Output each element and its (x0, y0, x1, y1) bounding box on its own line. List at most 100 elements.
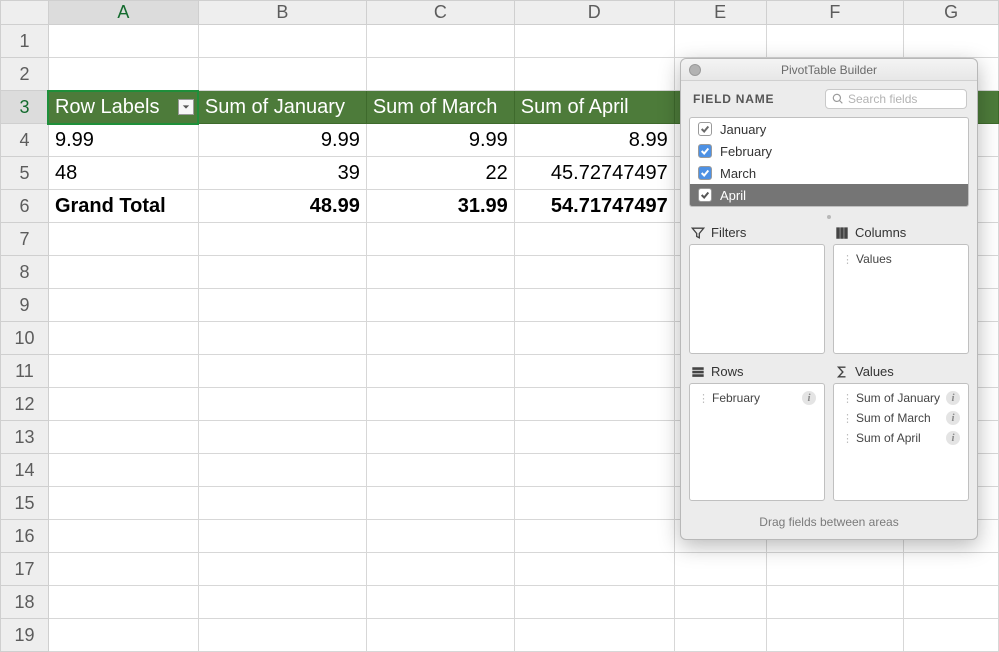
info-icon[interactable]: i (802, 391, 816, 405)
column-header[interactable]: E (674, 1, 766, 25)
cell[interactable] (514, 322, 674, 355)
cell[interactable]: 45.72747497 (514, 157, 674, 190)
select-all-cell[interactable] (1, 1, 49, 25)
cell[interactable] (366, 289, 514, 322)
cell[interactable] (198, 421, 366, 454)
column-header[interactable]: A (48, 1, 198, 25)
cell[interactable] (198, 487, 366, 520)
cell[interactable] (198, 388, 366, 421)
cell[interactable]: 48.99 (198, 190, 366, 223)
row-header[interactable]: 17 (1, 553, 49, 586)
field-list-item[interactable]: February (690, 140, 968, 162)
row-header[interactable]: 13 (1, 421, 49, 454)
cell[interactable]: 31.99 (366, 190, 514, 223)
cell[interactable] (48, 586, 198, 619)
cell[interactable] (366, 25, 514, 58)
zone-filters[interactable]: Filters (689, 223, 825, 354)
column-header[interactable]: F (766, 1, 904, 25)
drag-handle-icon[interactable]: ⋮ (698, 392, 708, 405)
cell[interactable] (766, 25, 904, 58)
cell[interactable] (514, 487, 674, 520)
cell[interactable] (198, 355, 366, 388)
zone-rows-box[interactable]: ⋮Februaryi (689, 383, 825, 501)
column-header[interactable]: D (514, 1, 674, 25)
column-header[interactable]: B (198, 1, 366, 25)
cell[interactable] (198, 586, 366, 619)
zone-columns[interactable]: Columns ⋮Values (833, 223, 969, 354)
row-header[interactable]: 15 (1, 487, 49, 520)
row-header[interactable]: 4 (1, 124, 49, 157)
cell[interactable] (366, 520, 514, 553)
cell[interactable] (198, 289, 366, 322)
cell[interactable]: 54.71747497 (514, 190, 674, 223)
cell[interactable] (366, 586, 514, 619)
row-header[interactable]: 6 (1, 190, 49, 223)
cell[interactable]: 39 (198, 157, 366, 190)
cell[interactable] (198, 454, 366, 487)
cell[interactable] (48, 58, 198, 91)
cell[interactable]: 8.99 (514, 124, 674, 157)
row-header[interactable]: 7 (1, 223, 49, 256)
row-header[interactable]: 2 (1, 58, 49, 91)
cell[interactable] (366, 256, 514, 289)
cell[interactable] (366, 487, 514, 520)
cell[interactable] (366, 619, 514, 652)
field-list[interactable]: JanuaryFebruaryMarchApril (689, 117, 969, 207)
drag-handle-icon[interactable]: ⋮ (842, 412, 852, 425)
zone-item[interactable]: ⋮Sum of Marchi (838, 408, 964, 428)
column-header[interactable]: G (904, 1, 999, 25)
field-list-item[interactable]: March (690, 162, 968, 184)
cell[interactable] (514, 256, 674, 289)
zone-columns-box[interactable]: ⋮Values (833, 244, 969, 354)
cell[interactable] (48, 421, 198, 454)
zone-item[interactable]: ⋮Values (838, 249, 964, 269)
cell[interactable] (198, 25, 366, 58)
row-header[interactable]: 11 (1, 355, 49, 388)
close-icon[interactable] (689, 64, 701, 76)
cell[interactable] (48, 487, 198, 520)
row-header[interactable]: 10 (1, 322, 49, 355)
cell[interactable] (48, 256, 198, 289)
cell[interactable] (48, 25, 198, 58)
cell[interactable] (904, 25, 999, 58)
row-header[interactable]: 16 (1, 520, 49, 553)
cell[interactable] (366, 553, 514, 586)
checkbox-icon[interactable] (698, 144, 712, 158)
zone-item[interactable]: ⋮Sum of Januaryi (838, 388, 964, 408)
cell[interactable] (48, 355, 198, 388)
row-header[interactable]: 19 (1, 619, 49, 652)
row-labels-dropdown[interactable] (178, 99, 194, 115)
cell[interactable] (366, 223, 514, 256)
info-icon[interactable]: i (946, 431, 960, 445)
cell[interactable] (48, 322, 198, 355)
cell[interactable] (48, 553, 198, 586)
cell[interactable]: Sum of January (198, 91, 366, 124)
cell[interactable]: Grand Total (48, 190, 198, 223)
cell[interactable]: Sum of April (514, 91, 674, 124)
cell[interactable] (904, 553, 999, 586)
drag-handle-icon[interactable]: ⋮ (842, 432, 852, 445)
cell[interactable]: 9.99 (198, 124, 366, 157)
cell[interactable]: Sum of March (366, 91, 514, 124)
drag-handle-icon[interactable]: ⋮ (842, 392, 852, 405)
row-header[interactable]: 8 (1, 256, 49, 289)
row-header[interactable]: 14 (1, 454, 49, 487)
cell[interactable] (514, 520, 674, 553)
cell[interactable] (198, 619, 366, 652)
cell[interactable] (198, 256, 366, 289)
field-list-item[interactable]: January (690, 118, 968, 140)
resize-handle[interactable] (681, 211, 977, 223)
cell[interactable] (514, 421, 674, 454)
cell[interactable] (904, 619, 999, 652)
cell[interactable] (48, 289, 198, 322)
drag-handle-icon[interactable]: ⋮ (842, 253, 852, 266)
row-header[interactable]: 3 (1, 91, 49, 124)
cell[interactable] (514, 58, 674, 91)
cell[interactable] (48, 223, 198, 256)
cell[interactable] (48, 388, 198, 421)
info-icon[interactable]: i (946, 411, 960, 425)
row-header[interactable]: 5 (1, 157, 49, 190)
cell[interactable] (674, 25, 766, 58)
cell[interactable] (514, 388, 674, 421)
cell[interactable]: 48 (48, 157, 198, 190)
